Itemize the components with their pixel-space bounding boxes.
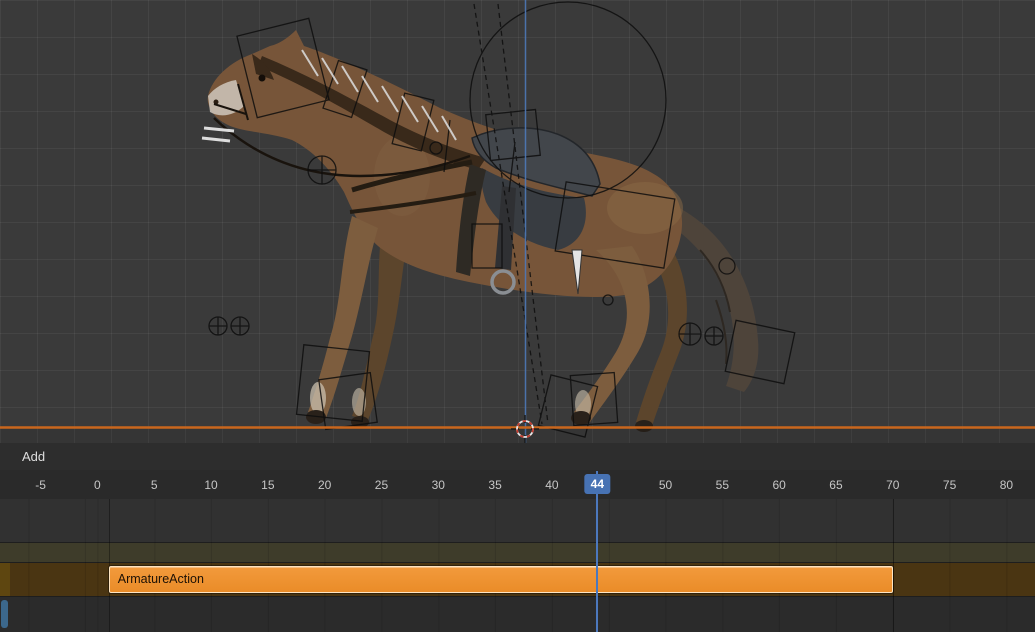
viewport-3d[interactable] <box>0 0 1035 444</box>
ruler-tick: 30 <box>431 477 445 492</box>
ruler-tick: -5 <box>35 477 46 492</box>
track-color-sliver <box>0 563 10 597</box>
ruler-tick: 10 <box>204 477 218 492</box>
ruler-tick: 0 <box>94 477 101 492</box>
ruler-tick: 65 <box>829 477 843 492</box>
ruler-tick: 35 <box>488 477 502 492</box>
nla-track-lower[interactable] <box>0 596 1035 632</box>
action-strip-label: ArmatureAction <box>117 572 204 586</box>
muzzle-marks <box>201 126 235 143</box>
ruler-tick: 75 <box>942 477 957 492</box>
add-menu-button[interactable]: Add <box>14 446 53 467</box>
ruler-tick: 40 <box>545 477 559 492</box>
blender-window: Add 44 -5 0 5 10 15 20 25 30 35 40 50 55 60 65 70 75 80 … <box>0 0 1035 632</box>
horse-eye <box>258 74 266 82</box>
current-frame-badge[interactable]: 44 <box>584 474 611 494</box>
nla-track-upper[interactable] <box>0 542 1035 563</box>
ruler-tick: 5 <box>150 477 158 492</box>
ruler-tick: 15 <box>261 477 275 492</box>
ruler-tick: 20 <box>317 477 332 492</box>
ruler-tick: 70 <box>886 477 900 492</box>
bone-gizmo-circle <box>307 155 337 185</box>
viewport-scene <box>0 0 1035 443</box>
nla-track-armature[interactable]: ArmatureAction <box>0 562 1035 597</box>
bone-gizmo-circles-left <box>208 316 250 336</box>
ruler-tick: 60 <box>772 477 786 492</box>
ruler-tick: 55 <box>715 477 730 492</box>
ruler-tick: 50 <box>658 477 673 492</box>
nla-header-bar: Add <box>0 443 1035 471</box>
ruler-tick: 80 <box>999 477 1014 492</box>
ruler-tick: 25 <box>374 477 389 492</box>
strip-end-boundary <box>892 499 894 632</box>
action-strip[interactable]: ArmatureAction <box>108 566 893 593</box>
horse-hoof <box>351 416 369 428</box>
nla-tracks-area[interactable]: ArmatureAction <box>0 499 1035 632</box>
playhead-line[interactable] <box>596 471 599 632</box>
vertical-scrollbar[interactable] <box>1 600 8 628</box>
ruler[interactable]: 44 -5 0 5 10 15 20 25 30 35 40 50 55 60 65 70 75 80 <box>0 470 1035 500</box>
nla-track-empty[interactable] <box>0 499 1035 542</box>
